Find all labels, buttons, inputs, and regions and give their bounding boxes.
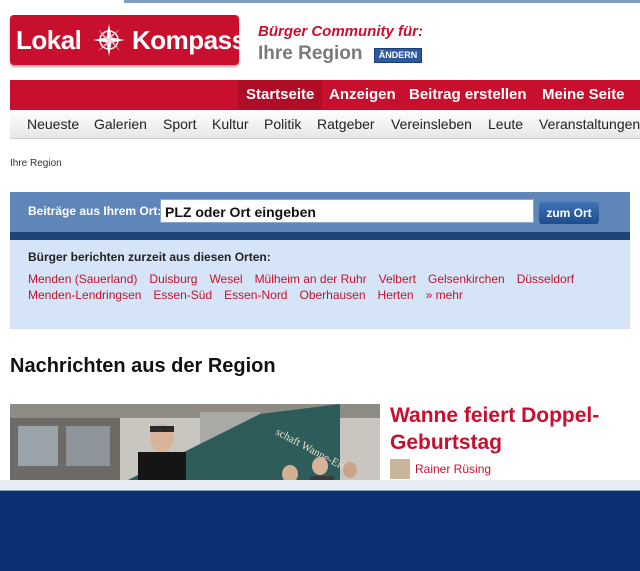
place-link[interactable]: Wesel bbox=[209, 272, 242, 286]
author-avatar[interactable] bbox=[390, 459, 410, 479]
place-search-input[interactable]: PLZ oder Ort eingeben bbox=[160, 199, 534, 223]
compass-icon bbox=[93, 24, 125, 56]
more-places-link[interactable]: » mehr bbox=[426, 288, 463, 302]
place-link[interactable]: Düsseldorf bbox=[517, 272, 574, 286]
community-tagline: Bürger Community für: bbox=[258, 23, 423, 40]
place-link[interactable]: Essen-Nord bbox=[224, 288, 287, 302]
browser-status-strip bbox=[0, 480, 640, 491]
subnav-galerien[interactable]: Galerien bbox=[94, 110, 147, 138]
web-page[interactable]: Lokal Kompass Bürger Community für: Ihre… bbox=[0, 10, 640, 480]
place-link[interactable]: Oberhausen bbox=[299, 288, 365, 302]
places-box: Bürger berichten zurzeit aus diesen Orte… bbox=[10, 240, 630, 329]
nav-meine-seite[interactable]: Meine Seite bbox=[534, 80, 633, 110]
main-nav: Startseite Anzeigen Beitrag erstellen Me… bbox=[10, 80, 640, 110]
subnav-veranstaltungen[interactable]: Veranstaltungen bbox=[539, 110, 640, 138]
article-title[interactable]: Wanne feiert Doppel-Geburtstag bbox=[390, 402, 630, 456]
nav-startseite[interactable]: Startseite bbox=[238, 80, 323, 110]
places-row-1: Menden (Sauerland) Duisburg Wesel Mülheim a… bbox=[28, 272, 586, 286]
place-link[interactable]: Menden-Lendringsen bbox=[28, 288, 141, 302]
place-link[interactable]: Gelsenkirchen bbox=[428, 272, 505, 286]
section-title: Nachrichten aus der Region bbox=[10, 355, 276, 377]
browser-top-line bbox=[124, 0, 640, 3]
place-link[interactable]: Menden (Sauerland) bbox=[28, 272, 137, 286]
subnav-neueste[interactable]: Neueste bbox=[27, 110, 79, 138]
place-link[interactable]: Essen-Süd bbox=[153, 288, 212, 302]
place-link[interactable]: Velbert bbox=[379, 272, 416, 286]
browser-bottom-frame bbox=[0, 480, 640, 571]
current-region: Ihre Region bbox=[258, 43, 363, 64]
subnav-sport[interactable]: Sport bbox=[163, 110, 196, 138]
place-search-bar: Beiträge aus Ihrem Ort: PLZ oder Ort ein… bbox=[10, 192, 630, 240]
logo-word-kompass: Kompass bbox=[132, 25, 246, 55]
article-photo-image: schaft Wanne-Eickel bbox=[10, 404, 380, 480]
article-photo[interactable]: schaft Wanne-Eickel bbox=[10, 404, 380, 480]
places-heading: Bürger berichten zurzeit aus diesen Orte… bbox=[28, 250, 271, 264]
lokalkompass-logo[interactable]: Lokal Kompass bbox=[10, 15, 246, 65]
subnav-politik[interactable]: Politik bbox=[264, 110, 301, 138]
place-link[interactable]: Duisburg bbox=[149, 272, 197, 286]
place-link[interactable]: Herten bbox=[378, 288, 414, 302]
article-author[interactable]: Rainer Rüsing bbox=[415, 462, 491, 476]
category-nav: Neueste Galerien Sport Kultur Politik Ra… bbox=[10, 110, 640, 139]
subnav-ratgeber[interactable]: Ratgeber bbox=[317, 110, 375, 138]
search-label: Beiträge aus Ihrem Ort: bbox=[28, 204, 162, 218]
breadcrumb[interactable]: Ihre Region bbox=[10, 158, 62, 169]
go-to-place-button[interactable]: zum Ort bbox=[539, 202, 599, 224]
place-link[interactable]: Mülheim an der Ruhr bbox=[255, 272, 367, 286]
nav-beitrag-erstellen[interactable]: Beitrag erstellen bbox=[401, 80, 535, 110]
logo-word-lokal: Lokal bbox=[16, 25, 82, 55]
subnav-vereinsleben[interactable]: Vereinsleben bbox=[391, 110, 472, 138]
places-row-2: Menden-Lendringsen Essen-Süd Essen-Nord Obe… bbox=[28, 288, 475, 302]
subnav-kultur[interactable]: Kultur bbox=[212, 110, 249, 138]
change-region-button[interactable]: ÄNDERN bbox=[374, 48, 422, 63]
nav-anzeigen[interactable]: Anzeigen bbox=[321, 80, 404, 110]
subnav-leute[interactable]: Leute bbox=[488, 110, 523, 138]
